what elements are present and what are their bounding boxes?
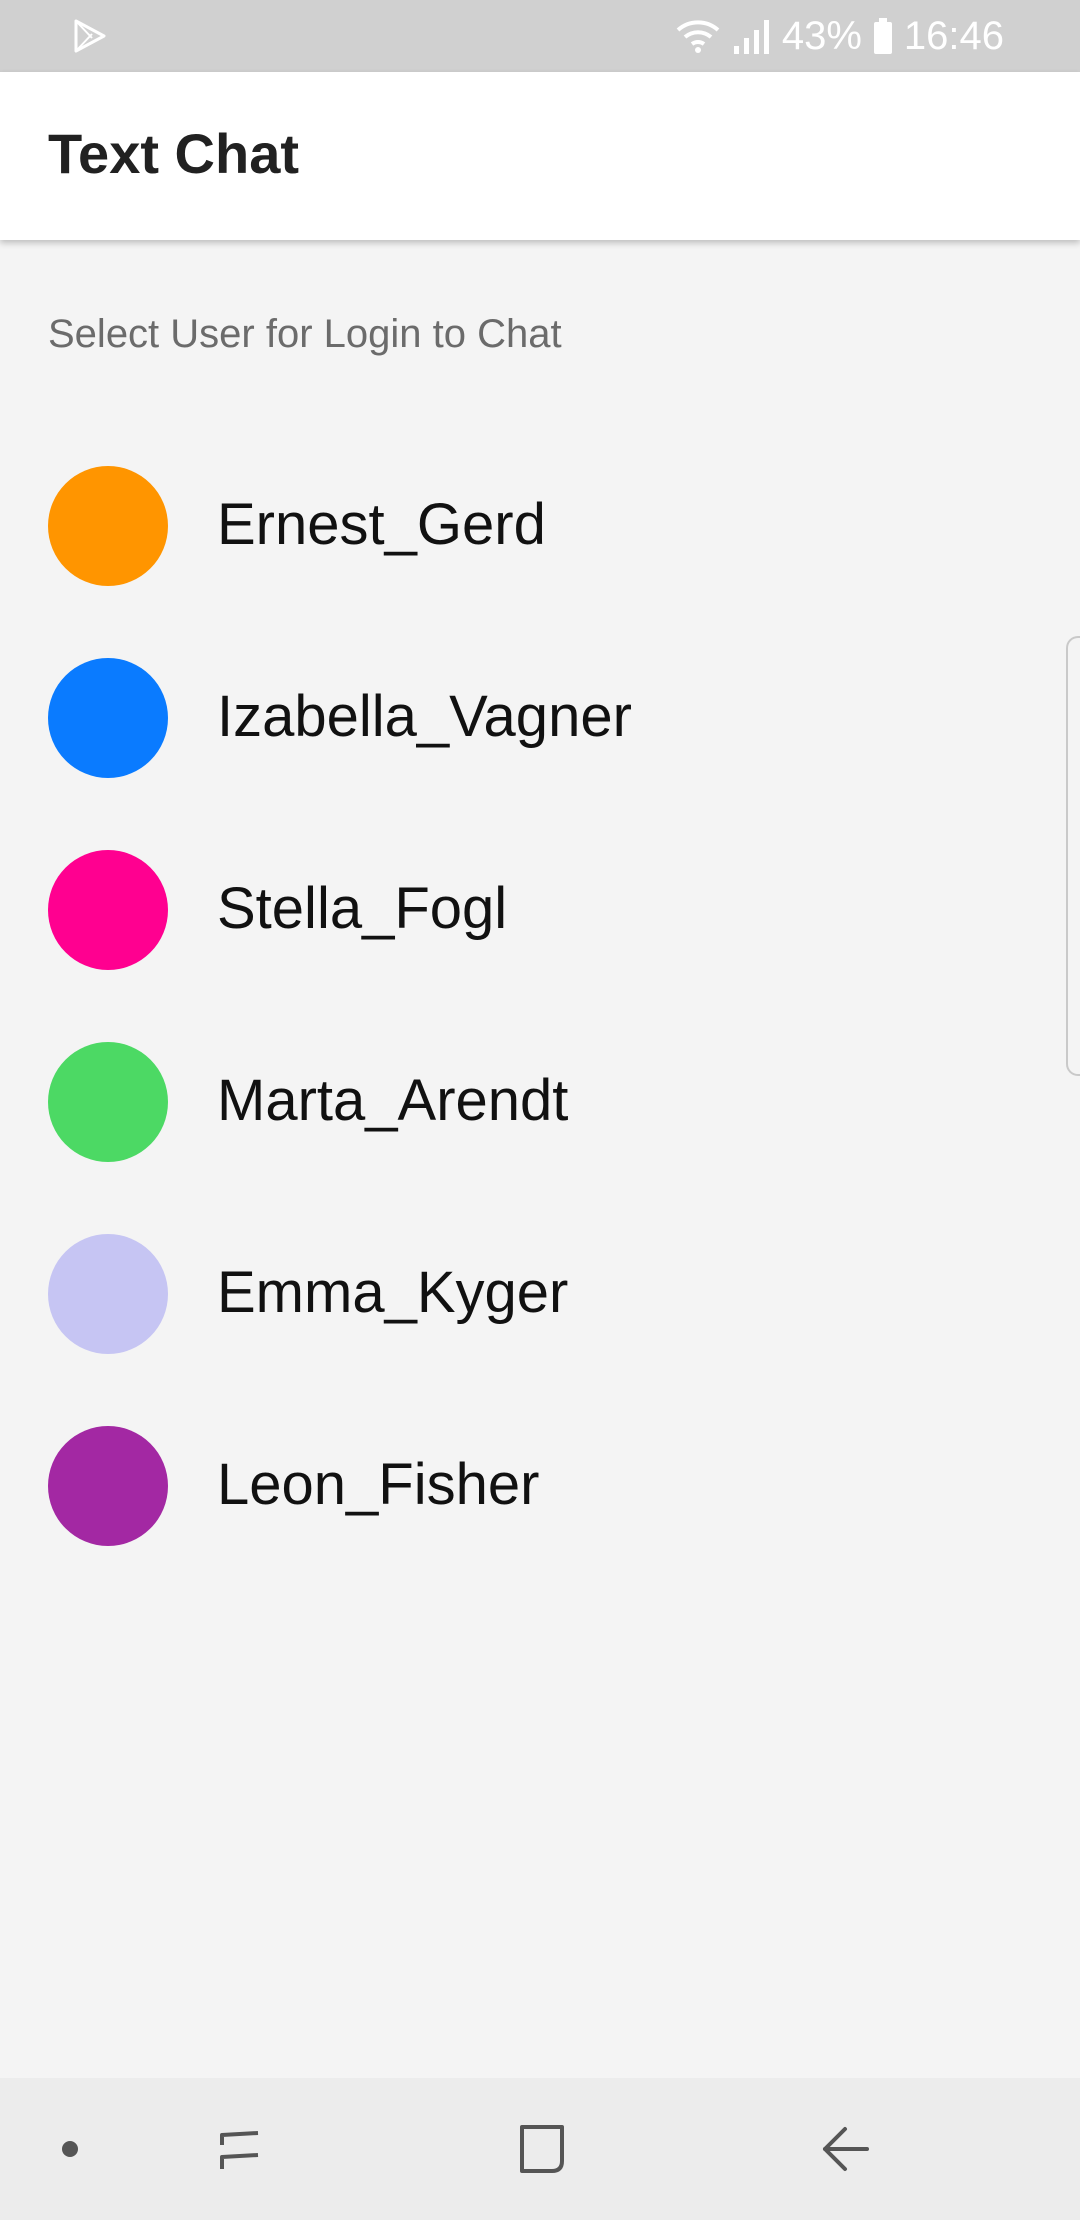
user-avatar [48, 466, 168, 586]
status-icons: 43% 16:46 [674, 0, 1004, 72]
user-name: Marta_Arendt [217, 1068, 569, 1133]
back-button[interactable] [785, 2078, 905, 2220]
user-name: Emma_Kyger [217, 1260, 569, 1325]
user-list-item[interactable]: Marta_Arendt [0, 1042, 1080, 1234]
user-avatar [48, 850, 168, 970]
user-name: Ernest_Gerd [217, 492, 546, 557]
battery-icon [873, 18, 892, 54]
status-bar: 43% 16:46 [0, 0, 1080, 72]
edge-panel-handle[interactable] [1066, 636, 1080, 1076]
navigation-bar [0, 2078, 1080, 2220]
dot-button[interactable] [10, 2078, 130, 2220]
home-button[interactable] [482, 2078, 602, 2220]
section-subtitle: Select User for Login to Chat [48, 312, 562, 356]
home-icon [520, 2125, 564, 2173]
clock: 16:46 [903, 13, 1004, 58]
user-avatar [48, 1234, 168, 1354]
user-list-item[interactable]: Ernest_Gerd [0, 466, 1080, 658]
user-list-item[interactable]: Izabella_Vagner [0, 658, 1080, 850]
user-name: Izabella_Vagner [217, 684, 632, 749]
battery-percent: 43% [781, 13, 862, 58]
back-icon [823, 2127, 869, 2171]
signal-icon [733, 20, 769, 54]
user-avatar [48, 1426, 168, 1546]
user-list-item[interactable]: Emma_Kyger [0, 1234, 1080, 1426]
user-list-item[interactable]: Stella_Fogl [0, 850, 1080, 1042]
user-list: Ernest_Gerd Izabella_Vagner Stella_Fogl … [0, 466, 1080, 1618]
user-list-item[interactable]: Leon_Fisher [0, 1426, 1080, 1618]
user-name: Leon_Fisher [217, 1452, 540, 1517]
user-avatar [48, 658, 168, 778]
user-name: Stella_Fogl [217, 876, 508, 941]
dot-icon [62, 2141, 78, 2157]
recent-apps-button[interactable] [180, 2078, 300, 2220]
play-store-icon [74, 19, 106, 53]
page-title: Text Chat [48, 122, 299, 185]
user-avatar [48, 1042, 168, 1162]
app-bar: Text Chat [0, 72, 1080, 240]
recent-apps-icon [220, 2131, 259, 2169]
wifi-icon [676, 20, 720, 53]
